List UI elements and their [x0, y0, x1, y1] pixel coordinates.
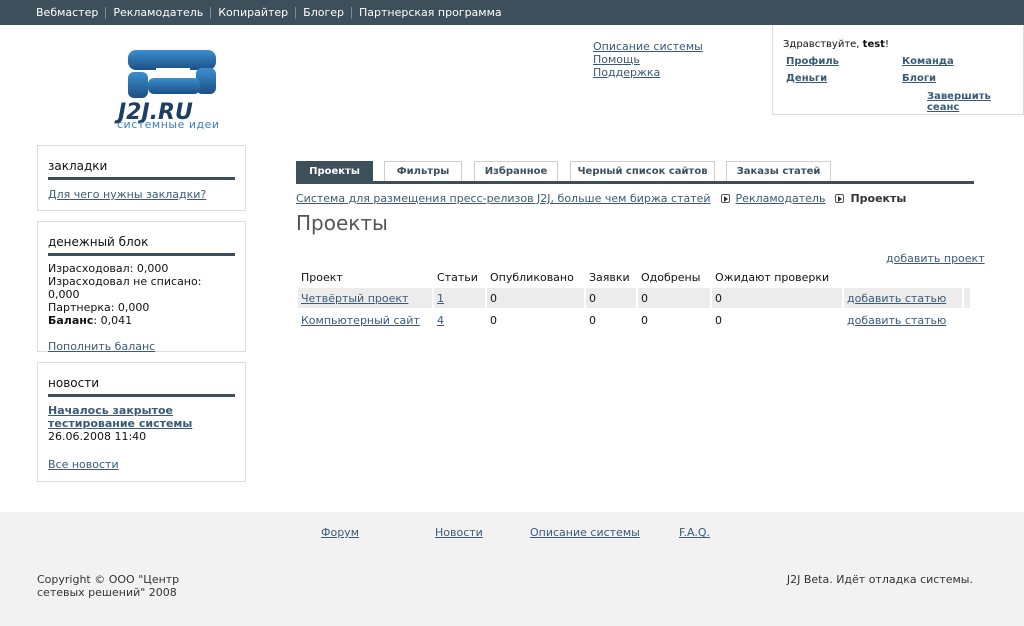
logo-subtitle: системные идеи	[117, 118, 220, 131]
breadcrumb-arrow-icon	[720, 194, 730, 203]
approved-count: 0	[641, 313, 648, 327]
col-pending: Ожидают проверки	[715, 270, 830, 284]
news-box: новости Началось закрытое тестирование с…	[37, 362, 246, 482]
bookmarks-title: закладки	[48, 146, 235, 180]
articles-count-link[interactable]: 1	[437, 292, 444, 305]
spent-line: Израсходовал: 0,000	[48, 262, 169, 275]
blogs-link[interactable]: Блоги	[902, 73, 936, 84]
tab-filters[interactable]: Фильтры	[384, 161, 462, 181]
table-row: Компьютерный сайт 4 0 0 0 0 добавить ста…	[298, 310, 970, 330]
add-article-link[interactable]: добавить статью	[847, 314, 946, 327]
balance-value: : 0,041	[93, 314, 133, 327]
pending-count: 0	[715, 313, 722, 327]
requests-count: 0	[589, 313, 596, 327]
partner-line: Партнерка: 0,000	[48, 301, 150, 314]
col-approved: Одобрены	[641, 270, 701, 284]
breadcrumb-advertiser[interactable]: Рекламодатель	[736, 192, 826, 205]
nav-copywriter[interactable]: Копирайтер	[210, 6, 295, 19]
project-link[interactable]: Компьютерный сайт	[301, 314, 420, 327]
bookmarks-help-link[interactable]: Для чего нужны закладки?	[48, 188, 206, 201]
link-help[interactable]: Помощь	[593, 53, 703, 66]
row-tail	[964, 310, 970, 330]
money-box: денежный блок Израсходовал: 0,000 Израсх…	[37, 221, 246, 353]
profile-link[interactable]: Профиль	[786, 56, 839, 67]
page-title: Проекты	[296, 211, 388, 235]
tab-projects[interactable]: Проекты	[296, 161, 373, 181]
team-link[interactable]: Команда	[902, 56, 954, 67]
money-link[interactable]: Деньги	[786, 73, 827, 84]
all-news-link[interactable]: Все новости	[48, 458, 119, 471]
bookmarks-box: закладки Для чего нужны закладки?	[37, 145, 246, 211]
user-name: test	[862, 39, 885, 50]
tab-blacklist[interactable]: Черный список сайтов	[570, 161, 715, 181]
nav-blogger[interactable]: Блогер	[295, 6, 351, 19]
footer: Форум Новости Описание системы F.A.Q. Co…	[0, 512, 1024, 626]
news-item-date: 26.06.2008 11:40	[48, 430, 147, 443]
greeting-excl: !	[884, 39, 889, 50]
tab-article-orders[interactable]: Заказы статей	[726, 161, 831, 181]
user-greeting: Здравствуйте, test!	[783, 39, 889, 50]
link-system-description[interactable]: Описание системы	[593, 40, 703, 53]
info-links: Описание системы Помощь Поддержка	[593, 40, 703, 79]
link-support[interactable]: Поддержка	[593, 66, 703, 79]
greeting-text: Здравствуйте,	[783, 39, 860, 50]
project-link[interactable]: Четвёртый проект	[301, 292, 408, 305]
nav-partner-program[interactable]: Партнерская программа	[351, 6, 509, 19]
col-tail	[964, 268, 970, 286]
projects-table: Проект Статьи Опубликовано Заявки Одобре…	[296, 266, 972, 332]
balance-line: Баланс: 0,041	[48, 314, 235, 327]
news-title: новости	[48, 363, 235, 397]
table-row: Четвёртый проект 1 0 0 0 0 добавить стат…	[298, 288, 970, 308]
col-articles: Статьи	[437, 270, 478, 284]
add-project-link[interactable]: добавить проект	[886, 252, 985, 265]
footer-copyright: Copyright © ООО "Центр сетевых решений" …	[37, 573, 180, 599]
published-count: 0	[490, 313, 497, 327]
top-nav: Вебмастер Рекламодатель Копирайтер Блоге…	[0, 0, 1024, 25]
articles-count-link[interactable]: 4	[437, 314, 444, 327]
row-tail	[964, 288, 970, 308]
balance-label: Баланс	[48, 314, 94, 327]
money-title: денежный блок	[48, 222, 235, 256]
nav-webmaster[interactable]: Вебмастер	[36, 6, 105, 19]
col-project: Проект	[301, 270, 343, 284]
footer-description-link[interactable]: Описание системы	[530, 526, 640, 539]
table-header-row: Проект Статьи Опубликовано Заявки Одобре…	[298, 268, 970, 286]
logout-link[interactable]: Завершить сеанс	[927, 91, 1023, 113]
footer-beta-note: J2J Beta. Идёт отладка системы.	[786, 573, 973, 586]
footer-faq-link[interactable]: F.A.Q.	[679, 526, 710, 539]
footer-forum-link[interactable]: Форум	[321, 526, 359, 539]
news-item-title[interactable]: Началось закрытое тестирование системы	[48, 404, 192, 430]
approved-count: 0	[638, 288, 710, 308]
breadcrumb-current: Проекты	[850, 192, 907, 205]
breadcrumb-root[interactable]: Система для размещения пресс-релизов J2J…	[296, 192, 711, 205]
spent-pending-line: Израсходовал не списано: 0,000	[48, 275, 202, 301]
add-article-link[interactable]: добавить статью	[847, 292, 946, 305]
breadcrumb-arrow-icon	[835, 194, 845, 203]
pending-count: 0	[712, 288, 842, 308]
user-box: Здравствуйте, test! Профиль Команда День…	[772, 25, 1024, 115]
breadcrumb: Система для размещения пресс-релизов J2J…	[296, 192, 906, 205]
topup-link[interactable]: Пополнить баланс	[48, 340, 155, 353]
section-tabs: Проекты Фильтры Избранное Черный список …	[296, 161, 974, 184]
footer-news-link[interactable]: Новости	[435, 526, 483, 539]
requests-count: 0	[586, 288, 636, 308]
nav-advertiser[interactable]: Рекламодатель	[105, 6, 210, 19]
published-count: 0	[487, 288, 584, 308]
col-published: Опубликовано	[490, 270, 574, 284]
col-requests: Заявки	[589, 270, 630, 284]
col-action	[844, 268, 962, 286]
tab-favorites[interactable]: Избранное	[474, 161, 558, 181]
